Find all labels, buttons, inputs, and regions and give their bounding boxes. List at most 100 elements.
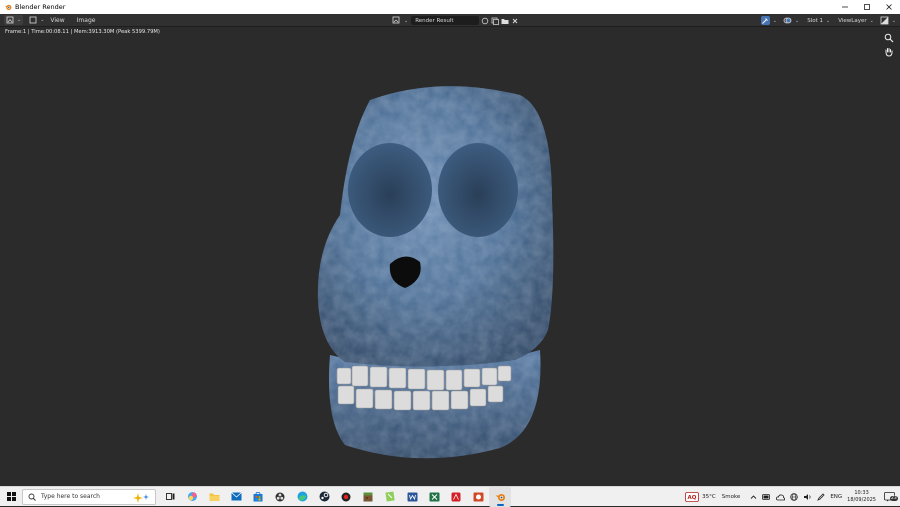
show-hidden-icons-button[interactable] <box>750 494 757 500</box>
chevron-down-icon: ⌄ <box>826 17 831 24</box>
taskbar: Type here to search AQ 35°C Smoke ENG 10… <box>0 486 900 507</box>
image-name-field[interactable]: Render Result <box>411 16 480 25</box>
zoom-button[interactable] <box>883 32 895 44</box>
image-selector: ⌄ Render Result <box>391 15 519 26</box>
powerpoint-icon <box>473 492 483 501</box>
close-icon <box>886 4 892 10</box>
windows-logo-icon <box>6 492 16 501</box>
close-button[interactable] <box>878 0 900 14</box>
active-indicator <box>496 504 504 506</box>
duplicate-icon <box>491 17 499 25</box>
notification-count: 23 <box>890 496 898 501</box>
taskbar-recorder[interactable] <box>335 487 357 507</box>
chevron-down-icon: ⌄ <box>404 17 409 24</box>
onedrive-button[interactable] <box>776 494 786 501</box>
taskbar-search-input[interactable]: Type here to search <box>22 488 156 505</box>
speaker-icon <box>804 494 811 500</box>
view-icon <box>29 16 37 24</box>
obs-icon <box>275 492 285 501</box>
taskbar-task-view[interactable] <box>159 487 181 507</box>
cloud-icon <box>776 494 786 500</box>
notifications-button[interactable]: 23 <box>884 492 898 502</box>
taskbar-excel[interactable] <box>423 487 445 507</box>
minecraft-icon <box>363 492 373 501</box>
taskbar-word[interactable] <box>401 487 423 507</box>
view-layer-dropdown[interactable]: ViewLayer ⌄ <box>838 18 874 24</box>
taskbar-steam[interactable] <box>313 487 335 507</box>
excel-icon <box>429 492 439 501</box>
view-mode-dropdown[interactable]: ⌄ <box>29 16 44 24</box>
taskbar-minecraft[interactable] <box>357 487 379 507</box>
slot-dropdown[interactable]: Slot 1 ⌄ <box>807 18 830 24</box>
overlays-button[interactable] <box>783 16 792 25</box>
taskbar-file-explorer[interactable] <box>203 487 225 507</box>
battery-button[interactable] <box>762 494 771 500</box>
taskbar-acrobat[interactable] <box>445 487 467 507</box>
weather-temp: 35°C <box>702 494 716 500</box>
globe-icon <box>790 493 799 501</box>
open-image-button[interactable] <box>500 16 509 25</box>
clock[interactable]: 10:33 18/09/2025 <box>847 490 876 504</box>
image-browse-icon <box>392 16 400 24</box>
color-channels-icon <box>880 16 889 25</box>
slot-label: Slot 1 <box>807 17 823 24</box>
taskbar-copilot[interactable] <box>181 487 203 507</box>
fake-user-button[interactable] <box>480 16 489 25</box>
shield-icon <box>481 17 488 24</box>
menu-image[interactable]: Image <box>77 17 96 24</box>
pen-icon <box>817 493 825 501</box>
svg-text:AQ: AQ <box>688 495 697 501</box>
mail-icon <box>230 492 242 501</box>
pen-menu-button[interactable] <box>817 493 825 501</box>
file-explorer-icon <box>209 493 219 501</box>
language-indicator[interactable]: ENG <box>830 494 842 500</box>
render-viewport[interactable] <box>0 27 900 486</box>
zoom-icon <box>884 33 894 43</box>
sample-tool-button[interactable] <box>760 16 770 25</box>
minimize-button[interactable] <box>834 0 856 14</box>
weather-widget[interactable]: AQ 35°C Smoke <box>685 492 740 502</box>
battery-icon <box>762 494 771 500</box>
taskbar-powerpoint[interactable] <box>467 487 489 507</box>
image-browse-button[interactable] <box>392 16 401 25</box>
window-title: Blender Render <box>15 3 66 11</box>
chevron-down-icon: ⌄ <box>795 17 800 24</box>
unlink-image-button[interactable] <box>510 16 519 25</box>
taskbar-store[interactable] <box>247 487 269 507</box>
volume-button[interactable] <box>803 493 812 501</box>
new-image-button[interactable] <box>490 16 499 25</box>
taskbar-obs[interactable] <box>269 487 291 507</box>
render-info-text: Frame:1 | Time:00:08.11 | Mem:3913.30M (… <box>5 29 160 35</box>
overlay-icon <box>783 17 792 24</box>
task-view-icon <box>165 493 174 500</box>
clock-time: 10:33 <box>854 490 869 496</box>
maximize-icon <box>864 4 870 10</box>
clock-date: 18/09/2025 <box>847 497 876 503</box>
weather-condition: Smoke <box>721 494 741 500</box>
search-icon <box>28 493 36 501</box>
render-image <box>317 86 554 459</box>
taskbar-notepad-plus[interactable] <box>379 487 401 507</box>
maximize-button[interactable] <box>856 0 878 14</box>
blender-icon <box>495 493 505 501</box>
taskbar-mail[interactable] <box>225 487 247 507</box>
pan-button[interactable] <box>883 46 895 58</box>
chevron-down-icon: ⌄ <box>891 17 896 24</box>
chevron-up-icon <box>750 495 757 499</box>
minimize-icon <box>842 6 848 8</box>
window-titlebar[interactable]: Blender Render <box>0 0 900 14</box>
menu-view[interactable]: View <box>50 17 64 24</box>
folder-icon <box>501 18 509 24</box>
blender-logo-icon <box>4 4 12 10</box>
network-button[interactable] <box>790 493 799 501</box>
system-tray: AQ 35°C Smoke ENG 10:33 18/09/2025 23 <box>685 487 900 507</box>
taskbar-edge[interactable] <box>291 487 313 507</box>
editor-type-button[interactable]: ⌄ <box>4 15 24 25</box>
copilot-icon <box>187 492 197 501</box>
header-right-controls: ⌄ ⌄ Slot 1 ⌄ ViewLayer ⌄ ⌄ <box>760 15 896 26</box>
taskbar-blender[interactable] <box>489 486 511 507</box>
start-button[interactable] <box>0 487 22 507</box>
image-editor-icon <box>6 16 14 24</box>
display-channels-button[interactable] <box>880 16 889 25</box>
notepad-plus-icon <box>385 491 395 502</box>
